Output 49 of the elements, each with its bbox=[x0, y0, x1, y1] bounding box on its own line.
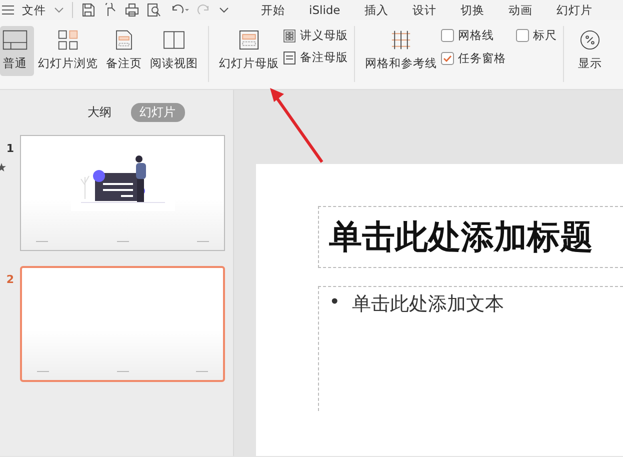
chevron-down-icon[interactable] bbox=[54, 7, 64, 13]
print-icon[interactable] bbox=[125, 3, 139, 17]
panel-tab[interactable]: 大纲 bbox=[78, 103, 120, 122]
grid-guides-button[interactable]: 网格和参考线 bbox=[361, 26, 441, 76]
title-placeholder[interactable]: 单击此处添加标题 bbox=[318, 206, 623, 268]
ribbon-tab[interactable]: 切换 bbox=[448, 2, 496, 18]
body-text: 单击此处添加文本 bbox=[352, 292, 504, 317]
grid-icon bbox=[390, 30, 412, 50]
normal-view-button[interactable]: 普通 bbox=[0, 26, 34, 76]
save-icon[interactable] bbox=[81, 3, 95, 17]
format-painter-icon[interactable] bbox=[103, 3, 117, 17]
print-preview-icon[interactable] bbox=[147, 3, 161, 17]
notes-master-button[interactable]: 备注母版 bbox=[283, 50, 348, 65]
zoom-button[interactable]: 显示 bbox=[570, 26, 606, 76]
ribbon-tab[interactable]: 动画 bbox=[496, 2, 544, 18]
slide-sorter-button[interactable]: 幻灯片浏览 bbox=[34, 26, 102, 76]
slide-thumbnail[interactable] bbox=[20, 266, 225, 382]
slide-number: 1 bbox=[6, 142, 14, 155]
checkbox[interactable] bbox=[516, 29, 529, 42]
checkbox[interactable] bbox=[441, 29, 454, 42]
lines-icon bbox=[283, 50, 296, 64]
file-menu[interactable]: 文件 bbox=[22, 2, 46, 18]
chevron-down-icon[interactable] bbox=[219, 7, 229, 13]
percent-icon bbox=[579, 30, 601, 50]
ribbon-tab[interactable]: 插入 bbox=[352, 2, 400, 18]
notes-page-button[interactable]: 备注页 bbox=[102, 26, 146, 76]
grid-icon bbox=[283, 28, 296, 42]
menu-icon[interactable] bbox=[2, 5, 14, 15]
ribbon-tab[interactable]: 设计 bbox=[400, 2, 448, 18]
ribbon-tab[interactable]: 开始 bbox=[249, 2, 297, 18]
slide-master-button[interactable]: 幻灯片母版 bbox=[215, 26, 283, 76]
bullet: • bbox=[329, 291, 340, 313]
checkbox-label[interactable]: 任务窗格 bbox=[458, 51, 506, 66]
ribbon-tab[interactable]: iSlide bbox=[297, 2, 352, 18]
book-icon bbox=[161, 30, 187, 50]
layout-icon bbox=[0, 30, 30, 50]
checkbox-label[interactable]: 标尺 bbox=[533, 28, 557, 43]
ribbon-tab[interactable]: 幻灯片 bbox=[544, 2, 604, 18]
slide-number: 2 bbox=[6, 273, 14, 286]
checkbox[interactable] bbox=[441, 52, 454, 65]
document-icon bbox=[114, 30, 134, 50]
handout-master-button[interactable]: 讲义母版 bbox=[283, 28, 348, 43]
redo-icon bbox=[197, 3, 211, 17]
slide-layout-icon bbox=[238, 30, 260, 50]
slide-thumbnail[interactable] bbox=[20, 135, 225, 251]
reading-view-button[interactable]: 阅读视图 bbox=[146, 26, 202, 76]
body-placeholder[interactable]: • 单击此处添加文本 bbox=[318, 286, 623, 411]
grid-squares-icon bbox=[56, 30, 80, 50]
checkbox-label[interactable]: 网格线 bbox=[458, 28, 494, 43]
